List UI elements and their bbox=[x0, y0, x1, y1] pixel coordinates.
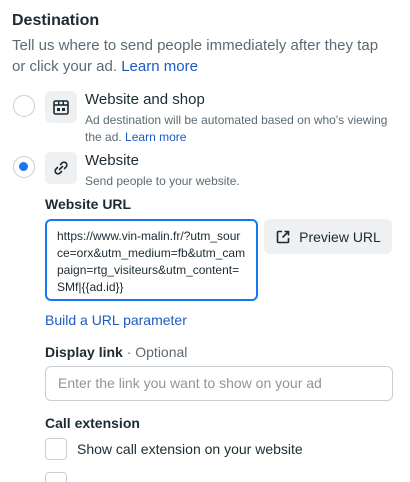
call-extension-checkbox[interactable] bbox=[45, 438, 67, 460]
call-extension-label: Call extension bbox=[45, 415, 140, 431]
destination-panel: Destination Tell us where to send people… bbox=[0, 0, 410, 482]
shop-icon bbox=[45, 91, 77, 123]
build-url-parameter-link[interactable]: Build a URL parameter bbox=[45, 312, 187, 328]
display-link-input[interactable]: Enter the link you want to show on your … bbox=[45, 366, 393, 401]
option-title-website: Website bbox=[85, 152, 139, 169]
website-url-label: Website URL bbox=[45, 196, 132, 212]
website-url-input[interactable]: https://www.vin-malin.fr/?utm_source=orx… bbox=[45, 219, 258, 301]
section-title: Destination bbox=[12, 12, 100, 29]
display-link-label-text: Display link bbox=[45, 344, 123, 360]
option-desc-website: Send people to your website. bbox=[85, 174, 240, 188]
optional-tag: · Optional bbox=[126, 344, 188, 360]
next-checkbox-partial[interactable] bbox=[45, 472, 67, 482]
preview-url-button[interactable]: Preview URL bbox=[264, 219, 392, 254]
external-link-icon bbox=[276, 230, 290, 243]
preview-url-label: Preview URL bbox=[299, 228, 381, 245]
radio-website-and-shop[interactable] bbox=[13, 95, 35, 117]
option-learn-more-link[interactable]: Learn more bbox=[125, 130, 186, 144]
radio-website[interactable] bbox=[13, 156, 35, 178]
link-icon bbox=[45, 152, 77, 184]
option-title-website-and-shop: Website and shop bbox=[85, 91, 205, 108]
call-extension-checkbox-label: Show call extension on your website bbox=[77, 441, 303, 457]
section-subtitle: Tell us where to send people immediately… bbox=[12, 35, 392, 77]
learn-more-link[interactable]: Learn more bbox=[121, 58, 198, 75]
display-link-label: Display link · Optional bbox=[45, 344, 187, 360]
option-desc-website-and-shop: Ad destination will be automated based o… bbox=[85, 112, 395, 146]
